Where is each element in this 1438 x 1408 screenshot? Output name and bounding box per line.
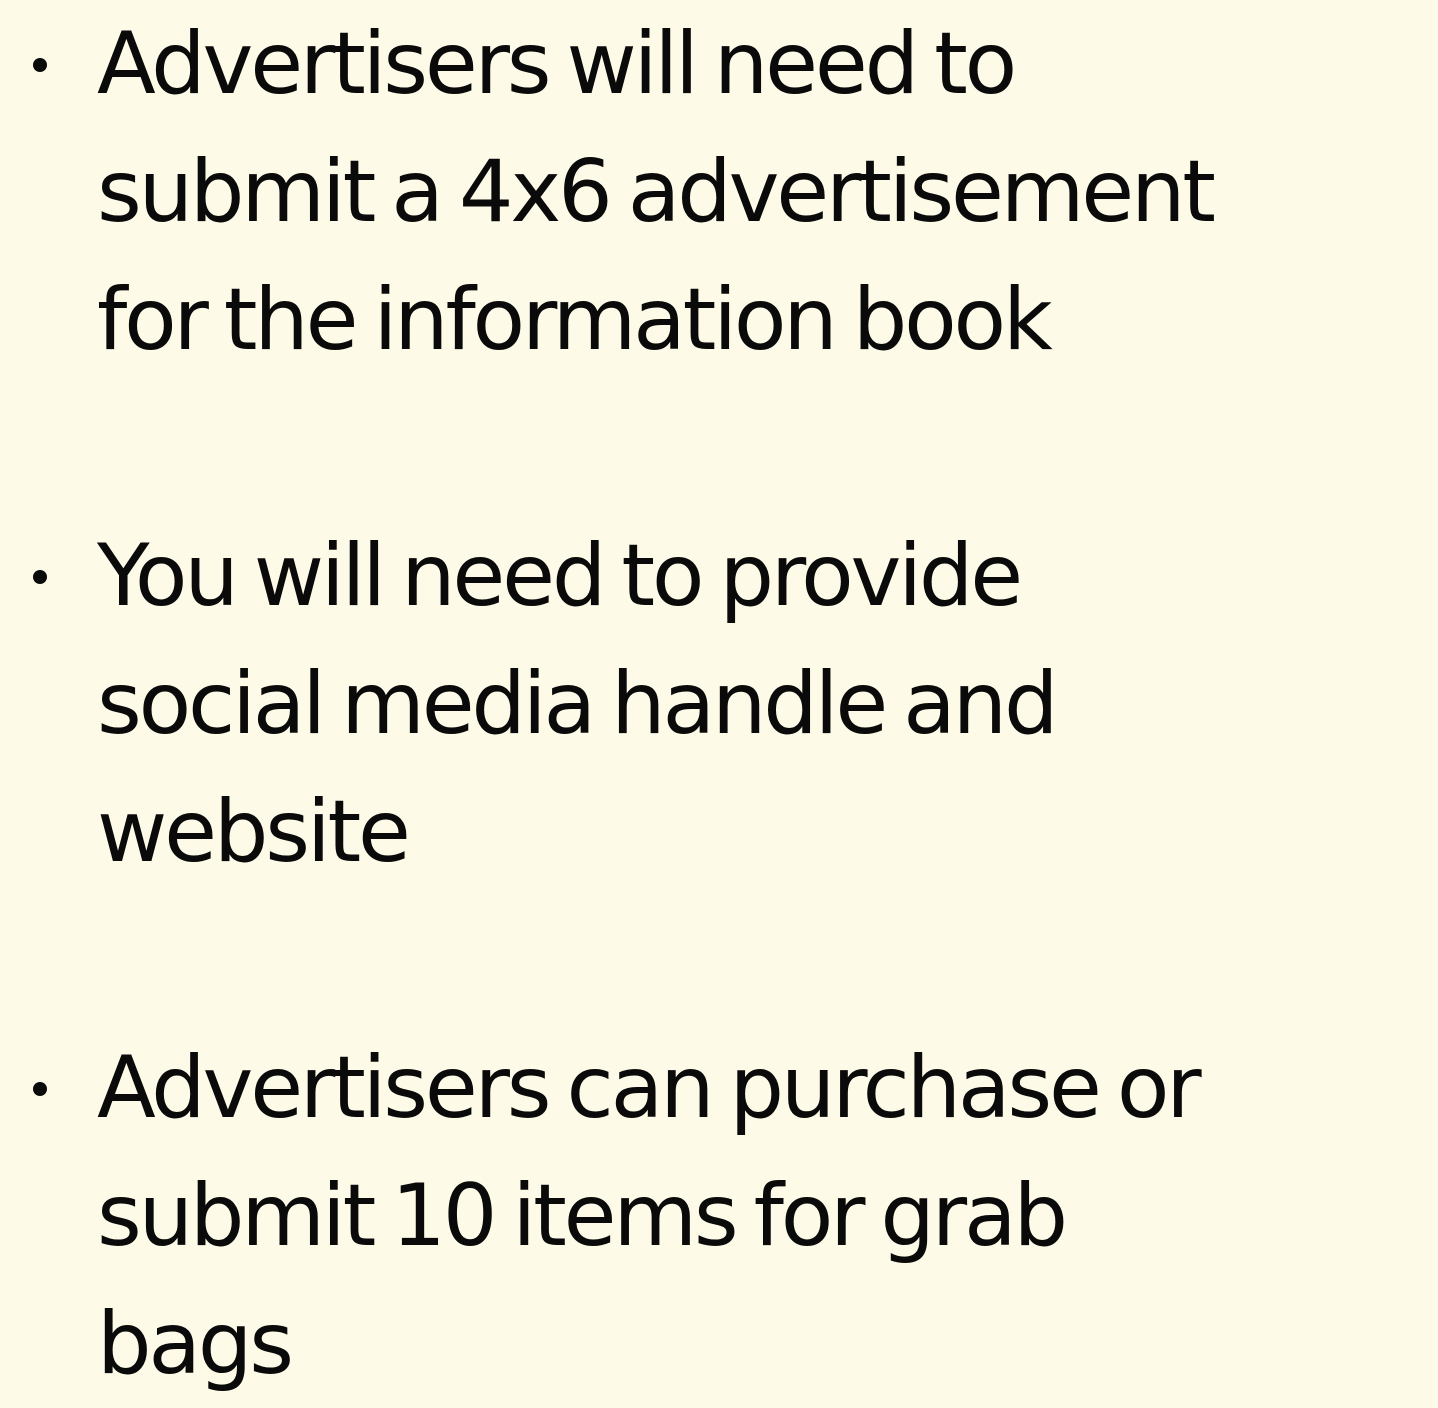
bullet-icon (33, 1082, 47, 1096)
bullet-text: Advertisers can purchase or submit 10 it… (97, 1038, 1202, 1394)
bullet-icon (33, 570, 47, 584)
bullet-text: You will need to provide social media ha… (97, 526, 1059, 882)
bullet-text: Advertisers will need to submit a 4x6 ad… (97, 14, 1216, 370)
bullet-icon (33, 58, 47, 72)
page: Advertisers will need to submit a 4x6 ad… (0, 0, 1438, 1394)
